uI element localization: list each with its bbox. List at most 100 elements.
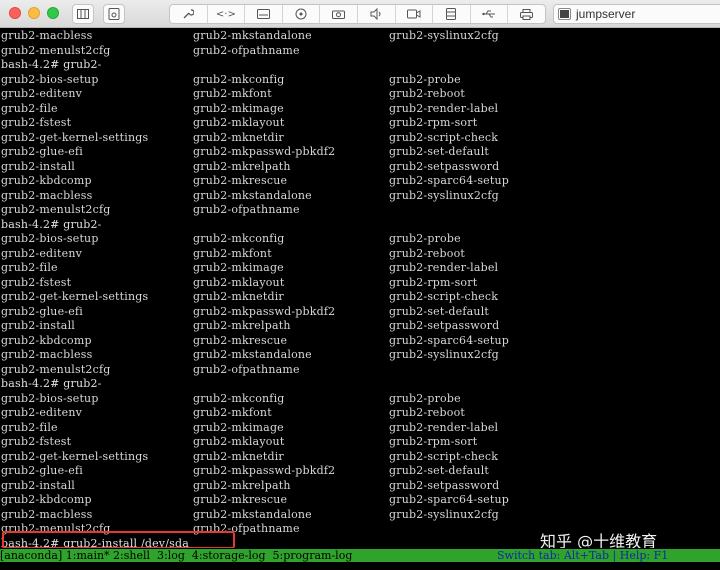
completion-row: grub2-install grub2-mkrelpath grub2-setpas… bbox=[0, 479, 720, 494]
terminal-cell: grub2-menulst2cfg bbox=[1, 43, 111, 57]
completion-row: grub2-file grub2-mkimage grub2-render-labe… bbox=[0, 102, 720, 117]
optical-disk-segment[interactable] bbox=[283, 5, 321, 23]
tmux-status-bar: [anaconda] 1:main* 2:shell 3:log 4:stora… bbox=[0, 548, 720, 570]
video-icon bbox=[406, 9, 421, 19]
shell-prompt-line: bash-4.2# grub2- bbox=[0, 377, 720, 392]
preferences-button[interactable] bbox=[103, 4, 125, 24]
terminal-cell: grub2-fstest bbox=[1, 435, 72, 448]
terminal-cell: grub2-editenv bbox=[1, 406, 83, 419]
terminal-cell: grub2-glue-efi bbox=[1, 304, 83, 318]
camera-segment[interactable] bbox=[320, 5, 358, 23]
terminal-cell: grub2-script-check bbox=[389, 130, 499, 144]
terminal-cell: grub2-syslinux2cfg bbox=[389, 348, 499, 361]
completion-row: grub2-editenv grub2-mkfont grub2-reboot bbox=[0, 406, 720, 421]
tab-title: jumpserver bbox=[576, 7, 636, 21]
minimize-window-button[interactable] bbox=[28, 7, 40, 19]
terminal-cell: grub2-kbdcomp bbox=[1, 493, 92, 506]
terminal-cell: grub2-mkimage bbox=[193, 261, 284, 274]
terminal-cell: grub2-sparc64-setup bbox=[389, 333, 510, 347]
terminal-cell: grub2-file bbox=[1, 261, 58, 274]
status-window-list[interactable]: [anaconda] 1:main* 2:shell 3:log 4:stora… bbox=[0, 549, 352, 562]
printer-icon bbox=[520, 8, 534, 20]
terminal-cell: grub2-probe bbox=[389, 391, 461, 405]
terminal-cell: grub2-ofpathname bbox=[193, 43, 300, 57]
terminal-screen[interactable]: grub2-macbless grub2-mkstandalone grub2-sy… bbox=[0, 28, 720, 548]
terminal-cell: grub2-rpm-sort bbox=[389, 275, 478, 289]
completion-row: grub2-fstest grub2-mklayout grub2-rpm-sort bbox=[0, 435, 720, 450]
terminal-cell: grub2-mkrelpath bbox=[193, 159, 291, 173]
code-segment[interactable]: <·> bbox=[208, 5, 246, 23]
terminal-cell: grub2-install bbox=[1, 159, 76, 173]
wrench-icon bbox=[183, 9, 195, 19]
terminal-cell: grub2-render-label bbox=[389, 101, 499, 115]
completion-row: grub2-macbless grub2-mkstandalone grub2-sy… bbox=[0, 189, 720, 204]
settings-segment[interactable] bbox=[170, 5, 208, 23]
terminal-cell: grub2-fstest bbox=[1, 275, 72, 289]
terminal-cell: grub2-render-label bbox=[389, 420, 499, 434]
disk-icon bbox=[295, 8, 307, 20]
terminal-cell: grub2-script-check bbox=[389, 449, 499, 463]
sidebar-toggle-icon bbox=[77, 9, 89, 19]
terminal-cell: grub2-reboot bbox=[389, 406, 466, 419]
terminal-cell: bash-4.2# grub2- bbox=[1, 217, 102, 231]
completion-row: grub2-kbdcomp grub2-mkrescue grub2-sparc64… bbox=[0, 174, 720, 189]
drive-icon bbox=[256, 9, 270, 19]
terminal-cell: grub2-mkfont bbox=[193, 246, 272, 260]
terminal-cell: grub2-get-kernel-settings bbox=[1, 449, 149, 463]
completion-row: grub2-file grub2-mkimage grub2-render-labe… bbox=[0, 261, 720, 276]
terminal-cell: grub2-bios-setup bbox=[1, 72, 99, 86]
terminal-cell: grub2-mkpasswd-pbkdf2 bbox=[193, 464, 336, 477]
terminal-cell: grub2-mknetdir bbox=[193, 290, 284, 303]
sidebar-toggle-button[interactable] bbox=[72, 4, 94, 24]
usb-segment[interactable] bbox=[471, 5, 509, 23]
video-segment[interactable] bbox=[396, 5, 434, 23]
terminal-cell: bash-4.2# grub2- bbox=[1, 58, 102, 71]
shell-prompt-line: bash-4.2# grub2- bbox=[0, 58, 720, 73]
terminal-cell: grub2-set-default bbox=[389, 304, 490, 318]
completion-row: grub2-glue-efi grub2-mkpasswd-pbkdf2 grub2… bbox=[0, 305, 720, 320]
terminal-cell: grub2-mklayout bbox=[193, 275, 285, 289]
completion-row: grub2-bios-setup grub2-mkconfig grub2-prob… bbox=[0, 392, 720, 407]
completion-row: grub2-file grub2-mkimage grub2-render-labe… bbox=[0, 421, 720, 436]
completion-row: grub2-menulst2cfg grub2-ofpathname bbox=[0, 44, 720, 59]
command-highlight-box bbox=[2, 531, 235, 549]
completion-row: grub2-install grub2-mkrelpath grub2-setpas… bbox=[0, 319, 720, 334]
device-toolbar: <·> bbox=[169, 4, 546, 24]
window-toolbar: <·> jumpserver bbox=[0, 0, 720, 28]
terminal-cell: grub2-setpassword bbox=[389, 319, 500, 332]
terminal-cell: grub2-rpm-sort bbox=[389, 435, 478, 448]
hard-drive-segment[interactable] bbox=[245, 5, 283, 23]
terminal-cell: grub2-setpassword bbox=[389, 478, 500, 492]
terminal-cell: grub2-reboot bbox=[389, 246, 466, 260]
sound-segment[interactable] bbox=[358, 5, 396, 23]
close-window-button[interactable] bbox=[9, 7, 21, 19]
terminal-cell: grub2-set-default bbox=[389, 464, 490, 477]
terminal-cell: grub2-mkrescue bbox=[193, 174, 288, 187]
terminal-cell: grub2-mkpasswd-pbkdf2 bbox=[193, 304, 336, 318]
terminal-cell: grub2-mknetdir bbox=[193, 449, 284, 463]
completion-row: grub2-glue-efi grub2-mkpasswd-pbkdf2 grub2… bbox=[0, 464, 720, 479]
printer-segment[interactable] bbox=[508, 5, 545, 23]
storage-icon bbox=[446, 8, 457, 20]
terminal-cell: grub2-glue-efi bbox=[1, 145, 83, 158]
terminal-cell: grub2-mkrescue bbox=[193, 493, 288, 506]
preferences-icon bbox=[108, 8, 120, 20]
window-tab[interactable]: jumpserver bbox=[553, 4, 720, 24]
completion-row: grub2-get-kernel-settings grub2-mknetdir g… bbox=[0, 290, 720, 305]
terminal-cell: grub2-mkrelpath bbox=[193, 478, 291, 492]
terminal-cell: grub2-render-label bbox=[389, 261, 499, 274]
terminal-cell: grub2-install bbox=[1, 319, 76, 332]
terminal-cell: grub2-editenv bbox=[1, 246, 83, 260]
terminal-cell: grub2-mkconfig bbox=[193, 72, 285, 86]
storage-segment[interactable] bbox=[433, 5, 471, 23]
terminal-cell: grub2-macbless bbox=[1, 188, 93, 202]
terminal-cell: grub2-reboot bbox=[389, 87, 466, 100]
speaker-icon bbox=[370, 8, 381, 20]
terminal-cell: grub2-get-kernel-settings bbox=[1, 290, 149, 303]
terminal-cell: grub2-bios-setup bbox=[1, 391, 99, 405]
terminal-cell: grub2-mklayout bbox=[193, 116, 285, 129]
completion-row: grub2-editenv grub2-mkfont grub2-reboot bbox=[0, 87, 720, 102]
terminal-cell: grub2-mknetdir bbox=[193, 130, 284, 144]
zoom-window-button[interactable] bbox=[47, 7, 59, 19]
terminal-cell: grub2-mkconfig bbox=[193, 391, 285, 405]
